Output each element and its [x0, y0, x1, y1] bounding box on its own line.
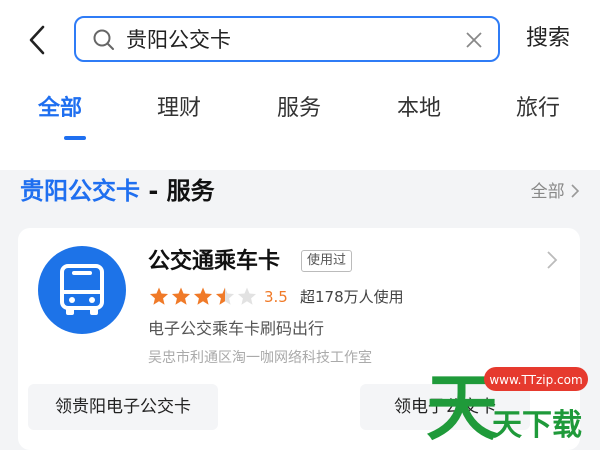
app-developer: 吴忠市利通区淘一咖网络科技工作室	[148, 350, 372, 366]
app-card[interactable]: 公交通乘车卡 使用过 3.5 超178万人使用 电子公交乘车卡刷码出行 吴忠市利…	[18, 228, 580, 450]
section-all-link[interactable]: 全部	[531, 180, 580, 204]
chevron-right-icon	[571, 184, 580, 198]
tab-all[interactable]: 全部	[38, 94, 82, 124]
section-title-suffix: - 服务	[140, 177, 215, 205]
app-description: 电子公交乘车卡刷码出行	[148, 319, 325, 338]
section-all-label: 全部	[530, 182, 565, 202]
app-name: 公交通乘车卡	[148, 249, 281, 274]
star-icon	[237, 287, 257, 305]
section-title: 贵阳公交卡 - 服务	[20, 174, 215, 208]
star-icon	[149, 287, 169, 305]
search-query: 贵阳公交卡	[126, 28, 231, 52]
star-icon	[171, 287, 191, 305]
tab-services[interactable]: 服务	[277, 94, 321, 124]
active-tab-indicator	[64, 136, 86, 140]
action-button-guiyang-card[interactable]: 领贵阳电子公交卡	[28, 384, 218, 430]
tab-finance[interactable]: 理财	[157, 94, 201, 124]
back-icon	[29, 25, 45, 55]
star-rating	[149, 287, 257, 305]
search-button[interactable]: 搜索	[526, 24, 570, 54]
star-icon	[215, 287, 235, 305]
section-title-keyword: 贵阳公交卡	[20, 177, 140, 205]
app-icon	[38, 246, 126, 334]
clear-icon[interactable]	[464, 30, 484, 50]
rating-value: 3.5	[264, 288, 288, 306]
tab-local[interactable]: 本地	[397, 94, 441, 124]
search-input[interactable]: 贵阳公交卡	[74, 16, 500, 62]
used-badge: 使用过	[301, 250, 353, 272]
users-count: 超178万人使用	[300, 288, 404, 306]
star-icon	[193, 287, 213, 305]
tab-travel[interactable]: 旅行	[516, 94, 560, 124]
back-button[interactable]	[22, 22, 52, 58]
bus-icon	[60, 264, 104, 315]
chevron-right-icon[interactable]	[546, 250, 558, 270]
action-button-e-card[interactable]: 领电子公交卡	[360, 384, 530, 430]
top-bar: 贵阳公交卡 搜索 全部 理财 服务 本地 旅行	[0, 0, 600, 170]
tab-bar: 全部 理财 服务 本地 旅行	[0, 88, 600, 144]
search-icon	[93, 29, 114, 50]
